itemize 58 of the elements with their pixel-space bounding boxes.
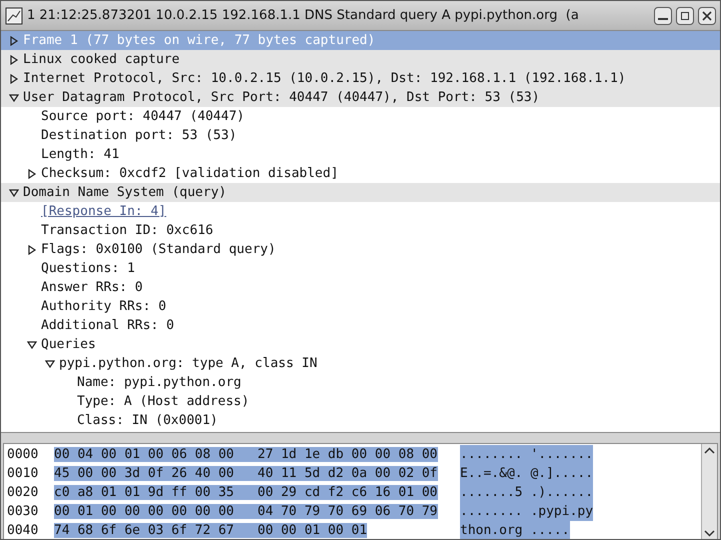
tree-link[interactable]: [Response In: 4] (41, 202, 166, 222)
hex-offset: 0020 (6, 484, 40, 502)
scrollbar[interactable] (701, 444, 717, 539)
tree-row[interactable]: Linux cooked capture (1, 50, 720, 69)
collapsed-arrow-icon[interactable] (9, 54, 19, 64)
hex-offset: 0010 (6, 464, 40, 483)
close-icon (702, 10, 712, 20)
tree-label: Type: A (Host address) (77, 392, 250, 411)
collapsed-arrow-icon[interactable] (9, 74, 19, 84)
tree-label: Additional RRs: 0 (41, 316, 174, 335)
hex-offset: 0030 (6, 502, 40, 521)
minimize-button[interactable] (654, 6, 672, 24)
hex-bytes: 00 04 00 01 00 06 08 00 27 1d 1e db 00 00 08 00 (54, 446, 438, 462)
tree-label: Destination port: 53 (53) (41, 126, 237, 145)
tree-label: pypi.python.org: type A, class IN (59, 354, 318, 373)
collapsed-arrow-icon[interactable] (9, 36, 19, 46)
expanded-arrow-icon[interactable] (9, 188, 19, 198)
tree-label: Domain Name System (query) (23, 184, 226, 202)
ascii-bytes: ........ .pypi.py (460, 502, 594, 522)
maximize-icon (680, 10, 690, 20)
tree-label: Questions: 1 (41, 260, 135, 278)
maximize-button[interactable] (676, 6, 694, 24)
hex-bytes: 74 68 6f 6e 03 6f 72 67 00 00 01 00 01 (54, 522, 368, 538)
tree-label: Class: IN (0x0001) (77, 412, 218, 430)
window-title: 1 21:12:25.873201 10.0.2.15 192.168.1.1 DNS Standard query A pypi.python.org (a (27, 6, 580, 25)
tree-label: Frame 1 (77 bytes on wire, 77 bytes captured) (23, 32, 376, 50)
minimize-icon (658, 18, 668, 20)
tree-row[interactable]: Domain Name System (query) (1, 183, 720, 202)
ascii-bytes: ........ '....... (460, 444, 594, 464)
ascii-bytes: E..=.&@. @.]..... (460, 464, 594, 484)
tree-label: Length: 41 (41, 146, 120, 164)
ascii-bytes: thon.org ..... (460, 520, 570, 539)
collapsed-arrow-icon[interactable] (27, 168, 37, 178)
tree-label: Linux cooked capture (23, 50, 180, 69)
tree-label: User Datagram Protocol, Src Port: 40447 (40447), Dst Port: 53 (53) (23, 88, 540, 107)
tree-label: Internet Protocol, Src: 10.0.2.15 (10.0.2.15), Dst: 192.168.1.1 (192.168.1.1) (23, 70, 626, 88)
app-icon (5, 6, 23, 24)
hex-bytes: 45 00 00 3d 0f 26 40 00 40 11 5d d2 0a 00 02 0f (54, 466, 438, 481)
expanded-arrow-icon[interactable] (27, 340, 37, 350)
tree-label: Answer RRs: 0 (41, 278, 143, 297)
tree-label: Source port: 40447 (40447) (41, 108, 244, 126)
tree-row[interactable]: User Datagram Protocol, Src Port: 40447 (40447), Dst Port: 53 (53) (1, 88, 720, 107)
tree-label: Name: pypi.python.org (77, 374, 242, 392)
tree-label: Flags: 0x0100 (Standard query) (41, 240, 276, 259)
tree-row[interactable]: Internet Protocol, Src: 10.0.2.15 (10.0.2.15), Dst: 192.168.1.1 (192.168.1.1) (1, 69, 720, 88)
collapsed-arrow-icon[interactable] (27, 244, 37, 254)
tree-label: Authority RRs: 0 (41, 298, 166, 316)
hex-bytes: 00 01 00 00 00 00 00 00 04 70 79 70 69 06 70 79 (54, 504, 438, 519)
tree-label: Transaction ID: 0xc616 (41, 222, 214, 240)
expanded-arrow-icon[interactable] (45, 358, 55, 368)
hex-offset: 0040 (6, 522, 40, 539)
hex-offset: 0000 (6, 446, 40, 464)
hex-bytes: c0 a8 01 01 9d ff 00 35 00 29 cd f2 c6 16 01 00 (54, 484, 438, 500)
ascii-bytes: .......5 .)...... (460, 482, 594, 502)
tree-label: Checksum: 0xcdf2 [validation disabled] (41, 164, 338, 183)
expanded-arrow-icon[interactable] (9, 92, 19, 102)
close-button[interactable] (698, 6, 716, 24)
tree-label: Queries (41, 336, 96, 354)
